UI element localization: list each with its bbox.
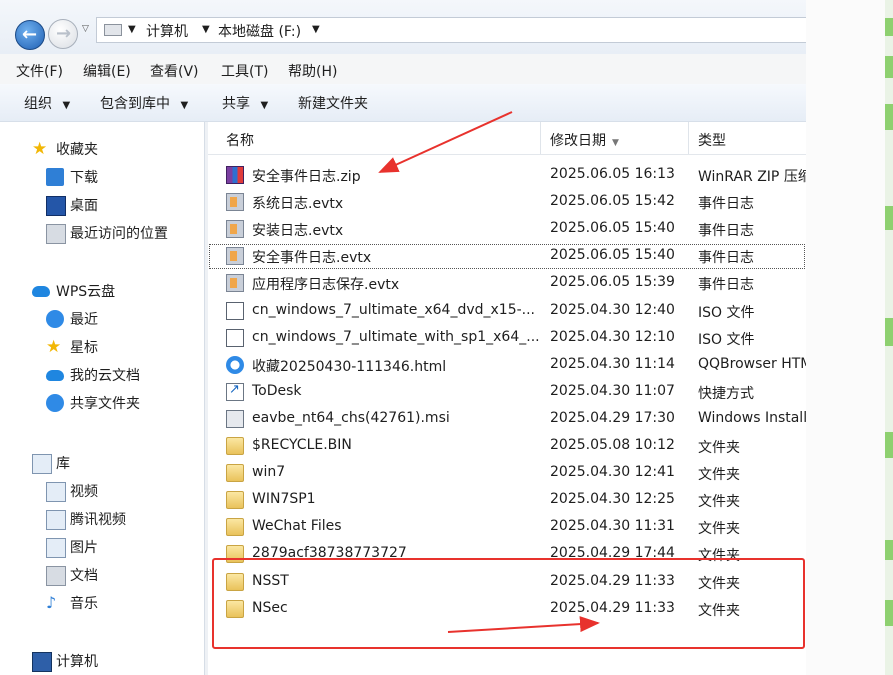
green-accent — [885, 104, 893, 130]
green-accent — [885, 432, 893, 458]
side-strip — [885, 0, 893, 675]
green-accent — [885, 540, 893, 560]
green-accent — [885, 56, 893, 78]
green-accent — [885, 318, 893, 346]
background-area — [806, 0, 893, 675]
green-accent — [885, 600, 893, 626]
annotation-arrow-to-nsec — [447, 616, 600, 633]
green-accent — [885, 206, 893, 230]
annotation-arrows — [378, 111, 600, 633]
annotation-arrow-to-zip — [378, 111, 513, 173]
green-accent — [885, 18, 893, 36]
explorer-window: ← → ▽ ▼ 计算机 ▼ 本地磁盘 (F:) ▼ 文件(F) 编辑(E) 查看… — [0, 0, 806, 675]
